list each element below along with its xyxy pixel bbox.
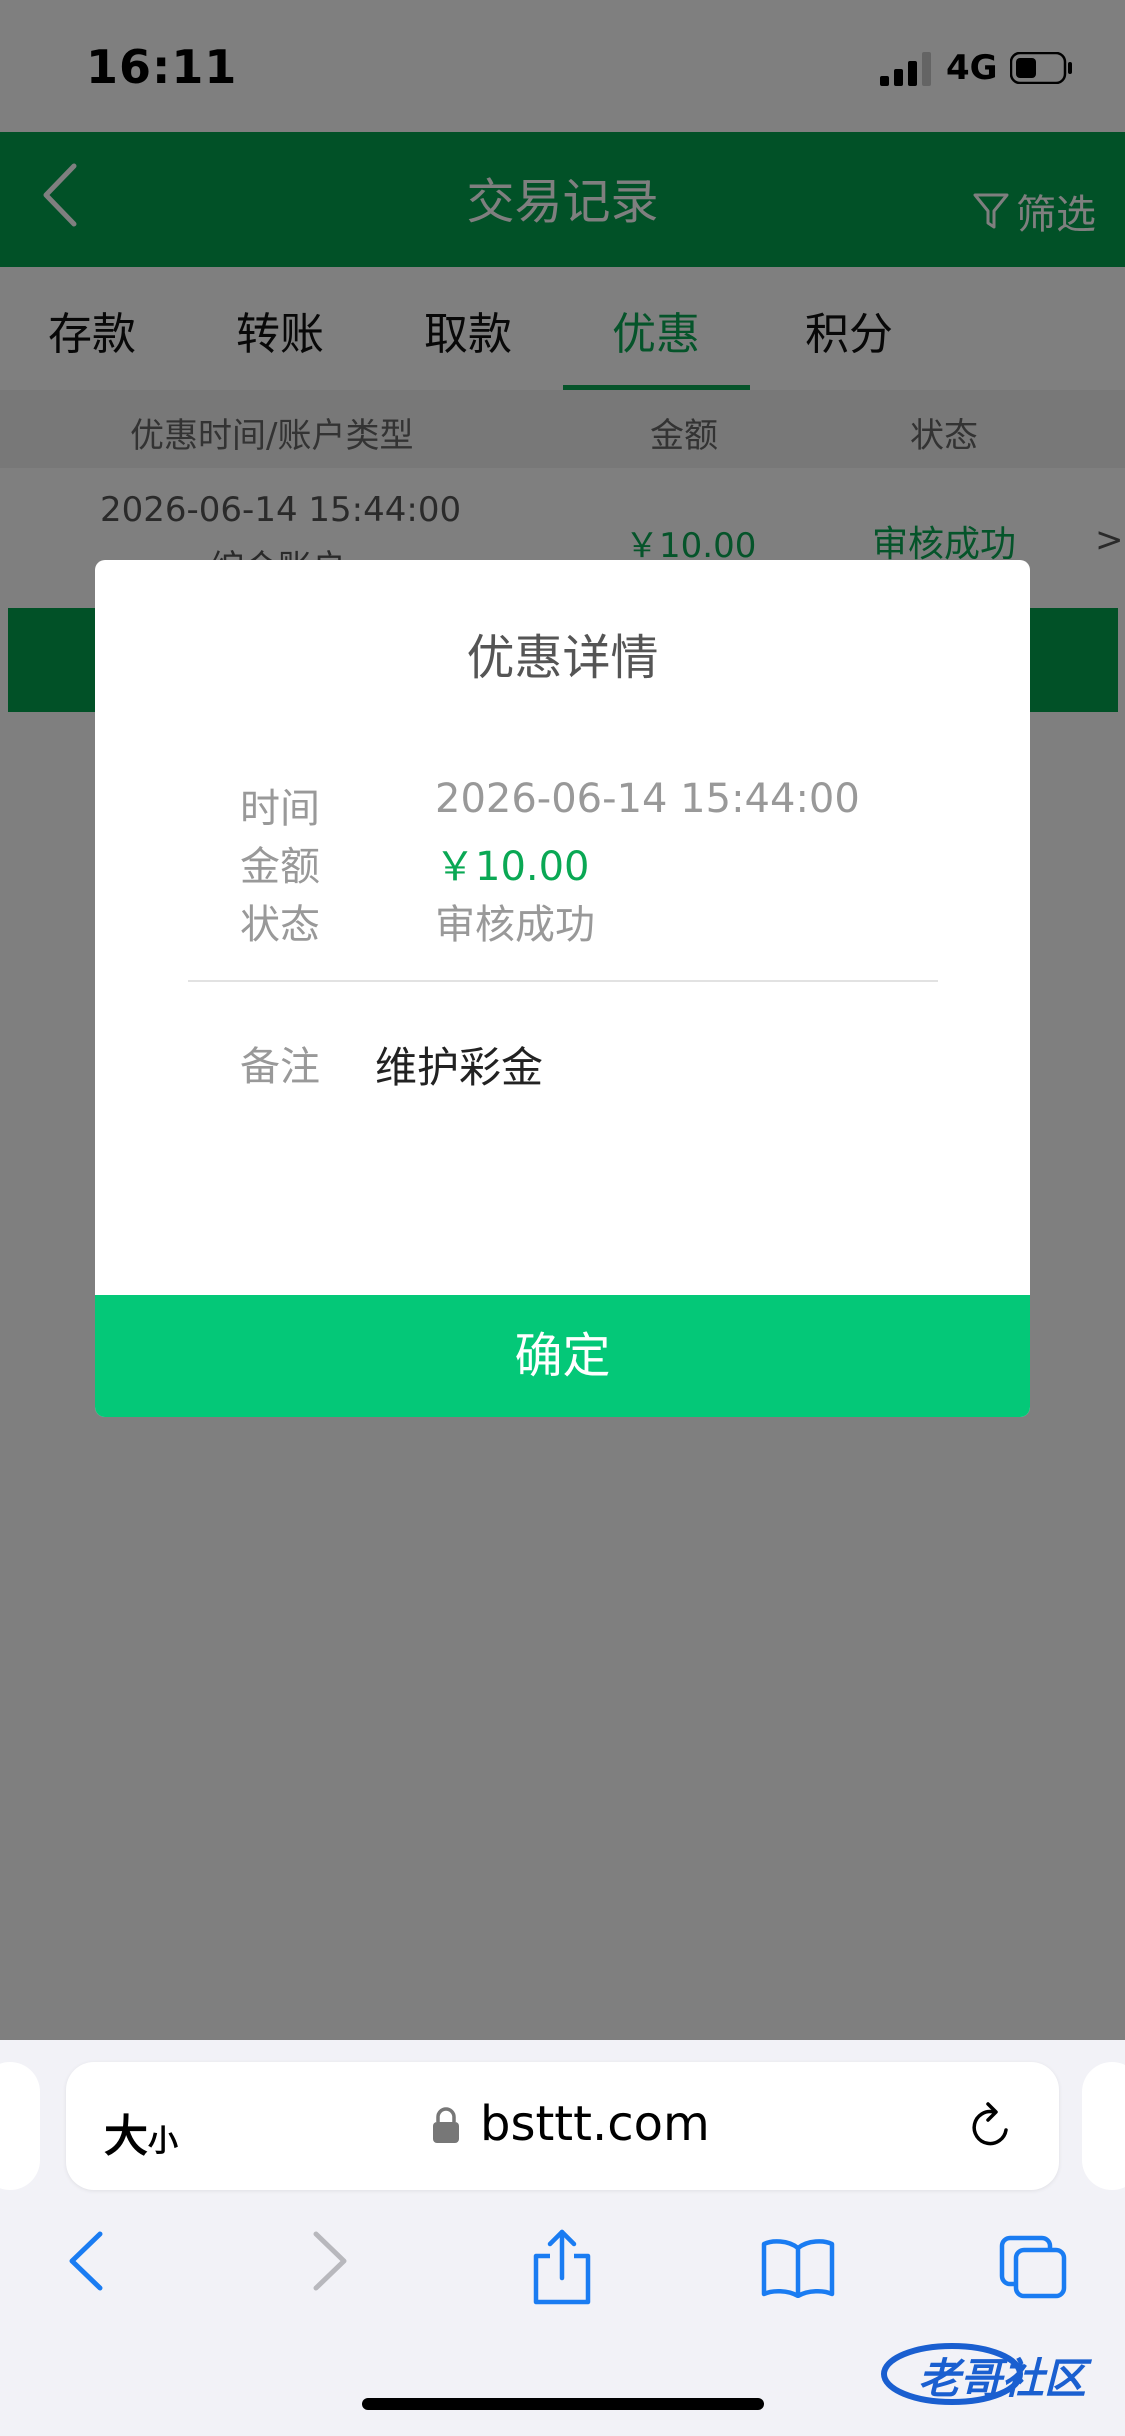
detail-value-time: 2026-06-14 15:44:00 (435, 776, 860, 822)
watermark-text: 老哥社区 (918, 2354, 1087, 2403)
note-label: 备注 (240, 1044, 320, 1090)
dialog-divider (188, 980, 938, 982)
detail-label-amount: 金额 (240, 844, 320, 890)
browser-forward-icon[interactable] (310, 2230, 350, 2292)
promotion-detail-dialog: 优惠详情 时间 2026-06-14 15:44:00 金额 ￥10.00 状态… (95, 560, 1030, 1417)
lock-icon (433, 2107, 459, 2143)
reload-icon[interactable] (966, 2100, 1016, 2152)
text-size-small-label: 小 (148, 2124, 178, 2159)
url-text: bsttt.com (480, 2096, 710, 2152)
detail-label-time: 时间 (240, 786, 320, 832)
detail-value-amount: ￥10.00 (435, 844, 590, 890)
home-indicator (362, 2398, 764, 2410)
text-size-large-label: 大 (104, 2111, 148, 2162)
share-icon[interactable] (530, 2228, 594, 2306)
tabs-icon[interactable] (998, 2234, 1068, 2300)
note-value: 维护彩金 (375, 1043, 544, 1092)
next-tab-preview[interactable] (1082, 2062, 1125, 2190)
detail-label-status: 状态 (240, 902, 320, 948)
confirm-button[interactable]: 确定 (95, 1295, 1030, 1417)
detail-value-status: 审核成功 (435, 902, 595, 948)
bookmarks-icon[interactable] (760, 2238, 836, 2298)
browser-back-icon[interactable] (66, 2230, 106, 2292)
dialog-title: 优惠详情 (466, 630, 659, 686)
previous-tab-preview[interactable] (0, 2062, 40, 2190)
text-size-button[interactable]: 大小 (104, 2100, 178, 2164)
